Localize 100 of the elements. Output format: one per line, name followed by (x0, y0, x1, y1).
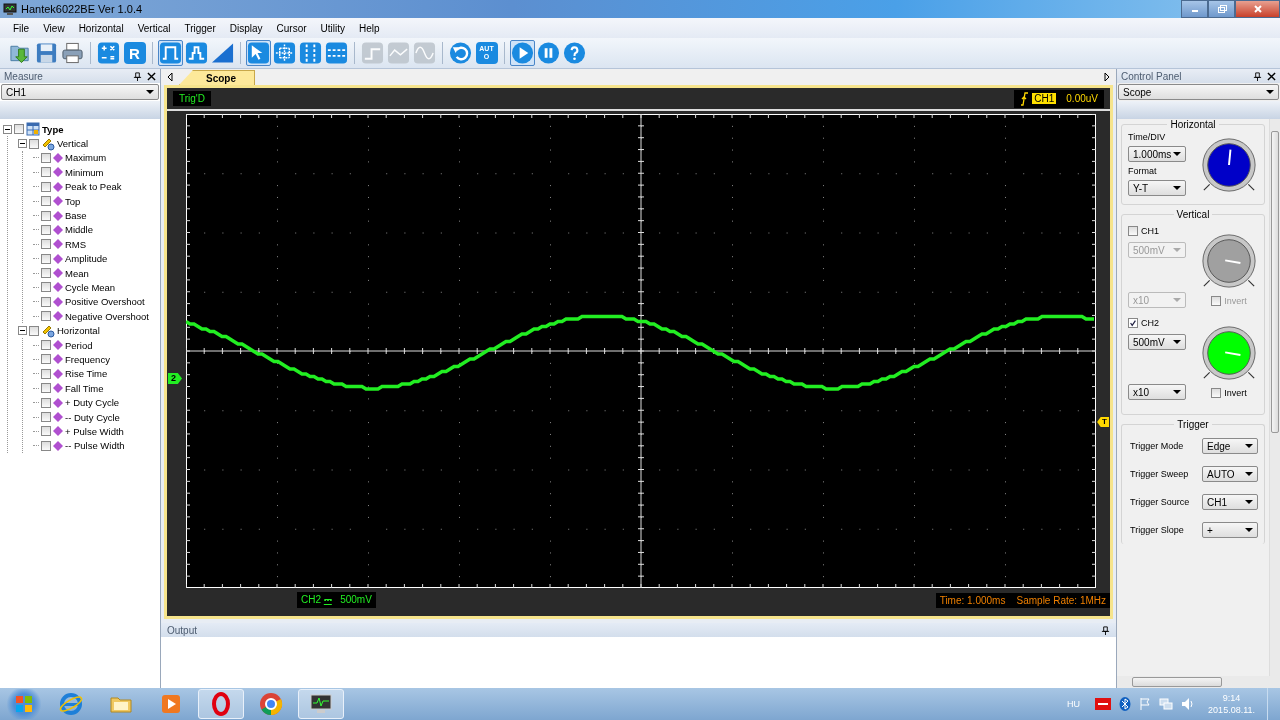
dropdown[interactable]: Scope (1118, 84, 1279, 100)
menu-item[interactable]: Display (222, 22, 270, 34)
close-button[interactable] (1235, 0, 1280, 18)
tree-item[interactable]: Peak to Peak (65, 181, 122, 193)
dropdown[interactable]: x10 (1128, 384, 1186, 400)
checkbox[interactable] (41, 397, 51, 408)
checkbox[interactable] (41, 440, 51, 451)
dropdown[interactable]: Edge (1202, 438, 1258, 454)
menu-item[interactable]: Cursor (269, 22, 314, 34)
toolbar-button[interactable] (510, 40, 535, 66)
checkbox[interactable] (41, 426, 51, 437)
checkbox[interactable] (41, 253, 51, 264)
checkbox[interactable] (29, 325, 39, 336)
tree-item[interactable]: Horizontal (57, 325, 100, 337)
tree-item[interactable]: Maximum (65, 152, 107, 164)
network-icon[interactable] (1159, 697, 1174, 711)
checkbox[interactable] (41, 412, 51, 422)
tree-item[interactable]: Base (65, 210, 87, 222)
tree-item[interactable]: Period (65, 339, 93, 351)
toolbar-button[interactable] (184, 40, 209, 66)
toolbar-button[interactable]: R (122, 40, 147, 66)
menu-item[interactable]: Help (352, 22, 387, 34)
dropdown[interactable]: Y-T (1128, 180, 1186, 196)
tree-item[interactable]: Vertical (57, 138, 89, 150)
checkbox[interactable] (41, 210, 51, 221)
restore-button[interactable] (1208, 0, 1235, 18)
dropdown[interactable]: 500mV (1128, 334, 1186, 350)
invert-checkbox[interactable]: Invert (1211, 386, 1247, 400)
scroll-left-icon[interactable] (167, 73, 173, 81)
menu-item[interactable]: Utility (313, 22, 353, 34)
tree-item[interactable]: Fall Time (65, 382, 104, 394)
tree-item[interactable]: Positive Overshoot (65, 296, 145, 308)
toolbar-button[interactable] (324, 40, 349, 66)
taskbar-button[interactable] (298, 689, 344, 719)
dropdown[interactable]: CH1 (1202, 494, 1258, 510)
checkbox[interactable] (41, 368, 51, 379)
checkbox[interactable] (1211, 296, 1222, 306)
tree-item[interactable]: Amplitude (65, 253, 108, 265)
toolbar-button[interactable] (562, 40, 587, 66)
checkbox[interactable] (41, 181, 51, 192)
graphics-driver-icon[interactable] (1095, 698, 1112, 710)
tab[interactable]: Scope (179, 70, 255, 85)
checkbox[interactable] (41, 167, 51, 178)
tree-item[interactable]: Frequency (65, 353, 110, 365)
dial-knob[interactable] (1200, 136, 1258, 194)
toolbar-button[interactable] (448, 40, 473, 66)
tree-item[interactable]: Rise Time (65, 368, 108, 380)
flag-icon[interactable] (1139, 697, 1152, 711)
toolbar-button[interactable] (34, 40, 59, 66)
checkbox[interactable] (41, 282, 51, 293)
checkbox[interactable] (41, 311, 51, 322)
horizontal-scrollbar[interactable] (1117, 676, 1280, 688)
checkbox[interactable] (41, 354, 51, 365)
toolbar-button[interactable] (96, 40, 121, 66)
checkbox[interactable] (1128, 226, 1138, 236)
tree-item[interactable]: + Duty Cycle (65, 397, 120, 409)
checkbox[interactable] (41, 196, 51, 207)
pin-icon[interactable] (1253, 71, 1262, 81)
tree-item[interactable]: + Pulse Width (65, 425, 124, 437)
tree-item[interactable]: -- Pulse Width (65, 440, 125, 452)
toolbar-button[interactable] (60, 40, 85, 66)
menu-item[interactable]: Vertical (130, 22, 178, 34)
menu-item[interactable]: Trigger (177, 22, 223, 34)
menu-item[interactable]: File (6, 22, 37, 34)
toolbar-button[interactable] (298, 40, 323, 66)
checkbox[interactable] (41, 224, 51, 235)
checkbox[interactable] (41, 383, 51, 394)
scroll-right-icon[interactable] (1104, 73, 1110, 81)
checkbox[interactable] (41, 296, 51, 307)
expander-icon[interactable] (3, 124, 12, 134)
checkbox[interactable] (1211, 388, 1222, 398)
checkbox[interactable] (41, 340, 51, 351)
dropdown[interactable]: 1.000ms (1128, 146, 1186, 162)
menu-item[interactable]: View (36, 22, 72, 34)
pin-icon[interactable] (1101, 625, 1110, 635)
expander-icon[interactable] (18, 139, 27, 149)
tree-item[interactable]: RMS (65, 238, 87, 250)
vertical-scrollbar[interactable] (1269, 119, 1280, 676)
speaker-icon[interactable] (1181, 697, 1196, 711)
tree-item[interactable]: Middle (65, 224, 93, 236)
checkbox[interactable] (41, 239, 51, 250)
checkbox[interactable] (41, 152, 51, 163)
dropdown[interactable]: AUTO (1202, 466, 1258, 482)
checkbox[interactable] (14, 124, 24, 135)
pin-icon[interactable] (133, 71, 142, 81)
checkbox[interactable] (29, 138, 39, 149)
toolbar-button[interactable] (158, 40, 183, 66)
toolbar-button[interactable] (246, 40, 271, 66)
tree-item[interactable]: -- Duty Cycle (65, 411, 120, 423)
tree-item[interactable]: Type (42, 123, 64, 135)
channel-checkbox[interactable]: CH1 (1128, 224, 1186, 238)
channel-checkbox[interactable]: CH2 (1128, 316, 1186, 330)
close-icon[interactable] (1267, 71, 1276, 81)
checkbox[interactable] (1128, 318, 1138, 328)
dropdown[interactable]: + (1202, 522, 1258, 538)
tree-item[interactable]: Top (65, 195, 81, 207)
bluetooth-icon[interactable] (1119, 697, 1132, 711)
checkbox[interactable] (41, 268, 51, 279)
minimize-button[interactable] (1181, 0, 1208, 18)
tree-item[interactable]: Minimum (65, 166, 104, 178)
